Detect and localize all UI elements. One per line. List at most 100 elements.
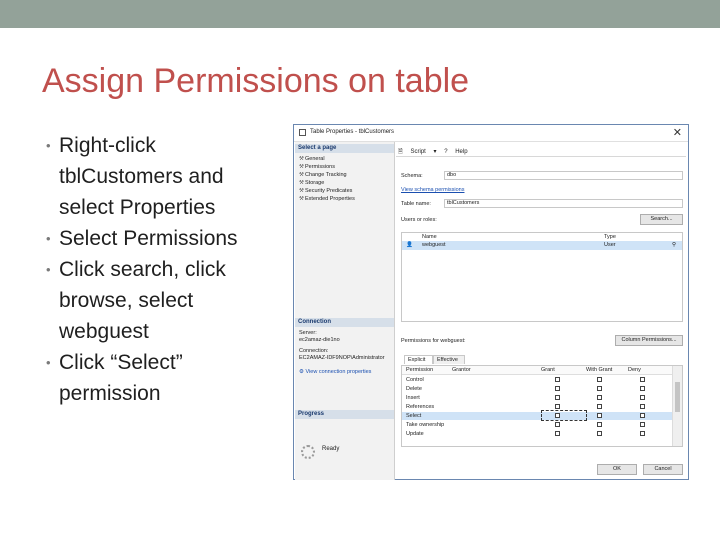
deny-checkbox[interactable] bbox=[640, 377, 645, 382]
page-item-security-predicates[interactable]: ⚒Security Predicates bbox=[299, 188, 352, 194]
column-header: Name bbox=[422, 234, 437, 240]
cancel-button[interactable]: Cancel bbox=[643, 464, 683, 475]
page-item-storage[interactable]: ⚒Storage bbox=[299, 180, 324, 186]
help-icon: ? bbox=[444, 149, 450, 155]
with-grant-checkbox[interactable] bbox=[597, 404, 602, 409]
bullet-line: tblCustomers and bbox=[59, 165, 224, 188]
slide-title: Assign Permissions on table bbox=[42, 62, 470, 100]
permission-name: Take ownership bbox=[406, 422, 445, 428]
tab-explicit[interactable]: Explicit bbox=[404, 355, 433, 364]
script-label: Script bbox=[410, 149, 426, 155]
deny-checkbox[interactable] bbox=[640, 404, 645, 409]
permissions-grid-header: Permission Grantor Grant With Grant Deny bbox=[402, 366, 672, 375]
permission-name: Delete bbox=[406, 386, 422, 392]
progress-status: Ready bbox=[322, 446, 340, 452]
toolbar-divider bbox=[396, 156, 686, 157]
schema-field[interactable]: dbo bbox=[444, 171, 683, 180]
page-label: Storage bbox=[305, 180, 325, 186]
column-header: Permission bbox=[406, 367, 434, 373]
schema-label: Schema: bbox=[401, 173, 423, 179]
with-grant-checkbox[interactable] bbox=[597, 431, 602, 436]
user-type: User bbox=[604, 242, 616, 248]
permission-row-delete[interactable]: Delete bbox=[402, 385, 672, 393]
permission-row-references[interactable]: References bbox=[402, 403, 672, 411]
connection-header: Connection bbox=[295, 318, 394, 327]
progress-header: Progress bbox=[295, 410, 394, 419]
link-label: View connection properties bbox=[305, 369, 372, 375]
grant-checkbox[interactable] bbox=[555, 395, 560, 400]
column-permissions-button[interactable]: Column Permissions... bbox=[615, 335, 683, 346]
bullet-line: Select Permissions bbox=[59, 227, 238, 250]
user-icon: 👤 bbox=[406, 242, 413, 248]
grant-checkbox[interactable] bbox=[555, 431, 560, 436]
bullet-item: Click search, click browse, select webgu… bbox=[46, 254, 276, 347]
bullet-line: select Properties bbox=[59, 196, 216, 219]
view-schema-permissions-link[interactable]: View schema permissions bbox=[401, 187, 464, 193]
page-item-change-tracking[interactable]: ⚒Change Tracking bbox=[299, 172, 347, 178]
deny-checkbox[interactable] bbox=[640, 422, 645, 427]
with-grant-checkbox[interactable] bbox=[597, 377, 602, 382]
bullet-list: Right-click tblCustomers and select Prop… bbox=[46, 130, 276, 409]
with-grant-checkbox[interactable] bbox=[597, 422, 602, 427]
deny-checkbox[interactable] bbox=[640, 413, 645, 418]
users-grid: Name Type 👤 webguest User ⚲ bbox=[401, 232, 683, 322]
table-name-field[interactable]: tblCustomers bbox=[444, 199, 683, 208]
connection-label: Connection: bbox=[299, 348, 329, 354]
help-label: Help bbox=[455, 149, 468, 155]
user-name: webguest bbox=[422, 242, 446, 248]
permission-row-control[interactable]: Control bbox=[402, 376, 672, 384]
column-header: With Grant bbox=[586, 367, 613, 373]
left-pane: Select a page ⚒General ⚒Permissions ⚒Cha… bbox=[295, 142, 395, 480]
dialog-titlebar: Table Properties - tblCustomers ✕ bbox=[294, 125, 688, 142]
page-label: Change Tracking bbox=[305, 172, 347, 178]
grant-focus-outline bbox=[541, 410, 587, 421]
bullet-line: Click search, click bbox=[59, 258, 226, 281]
search-button[interactable]: Search... bbox=[640, 214, 683, 225]
table-name-label: Table name: bbox=[401, 201, 431, 207]
permissions-grid: Permission Grantor Grant With Grant Deny… bbox=[401, 365, 683, 447]
with-grant-checkbox[interactable] bbox=[597, 386, 602, 391]
script-button[interactable]: 🗎 Script ▾ bbox=[398, 149, 437, 155]
deny-checkbox[interactable] bbox=[640, 395, 645, 400]
window-icon bbox=[299, 129, 306, 136]
grant-checkbox[interactable] bbox=[555, 404, 560, 409]
page-label: General bbox=[305, 156, 325, 162]
slide-top-band bbox=[0, 0, 720, 28]
ok-button[interactable]: OK bbox=[597, 464, 637, 475]
permissions-scrollbar[interactable] bbox=[672, 366, 682, 446]
help-button[interactable]: ? Help bbox=[444, 149, 473, 155]
select-page-header: Select a page bbox=[295, 144, 394, 153]
permission-row-take-ownership[interactable]: Take ownership bbox=[402, 421, 672, 429]
table-properties-dialog: Table Properties - tblCustomers ✕ Select… bbox=[293, 124, 689, 480]
bullet-line: Right-click bbox=[59, 134, 156, 157]
with-grant-checkbox[interactable] bbox=[597, 395, 602, 400]
server-label: Server: bbox=[299, 330, 317, 336]
script-icon: 🗎 bbox=[398, 149, 405, 155]
page-item-permissions[interactable]: ⚒Permissions bbox=[299, 164, 335, 170]
permission-row-select[interactable]: Select bbox=[402, 410, 672, 421]
bullet-item: Right-click tblCustomers and select Prop… bbox=[46, 130, 276, 223]
grant-checkbox[interactable] bbox=[555, 377, 560, 382]
deny-checkbox[interactable] bbox=[640, 386, 645, 391]
table-row[interactable]: 👤 webguest User ⚲ bbox=[402, 241, 682, 250]
view-connection-properties-link[interactable]: ⚙ View connection properties bbox=[299, 369, 371, 375]
page-item-general[interactable]: ⚒General bbox=[299, 156, 325, 162]
grant-checkbox[interactable] bbox=[555, 413, 560, 418]
permission-row-insert[interactable]: Insert bbox=[402, 394, 672, 402]
browse-icon[interactable]: ⚲ bbox=[672, 242, 676, 248]
grant-checkbox[interactable] bbox=[555, 422, 560, 427]
grant-checkbox[interactable] bbox=[555, 386, 560, 391]
permission-name: Select bbox=[406, 413, 422, 419]
tab-effective[interactable]: Effective bbox=[433, 355, 465, 364]
page-item-extended-properties[interactable]: ⚒Extended Properties bbox=[299, 196, 355, 202]
close-icon[interactable]: ✕ bbox=[673, 126, 682, 139]
deny-checkbox[interactable] bbox=[640, 431, 645, 436]
permission-name: References bbox=[406, 404, 435, 410]
scrollbar-thumb[interactable] bbox=[675, 382, 680, 412]
permission-row-update[interactable]: Update bbox=[402, 430, 672, 438]
column-header: Type bbox=[604, 234, 616, 240]
permissions-for-label: Permissions for webguest: bbox=[401, 338, 466, 344]
permission-name: Insert bbox=[406, 395, 420, 401]
with-grant-checkbox[interactable] bbox=[597, 413, 602, 418]
permission-name: Update bbox=[406, 431, 424, 437]
